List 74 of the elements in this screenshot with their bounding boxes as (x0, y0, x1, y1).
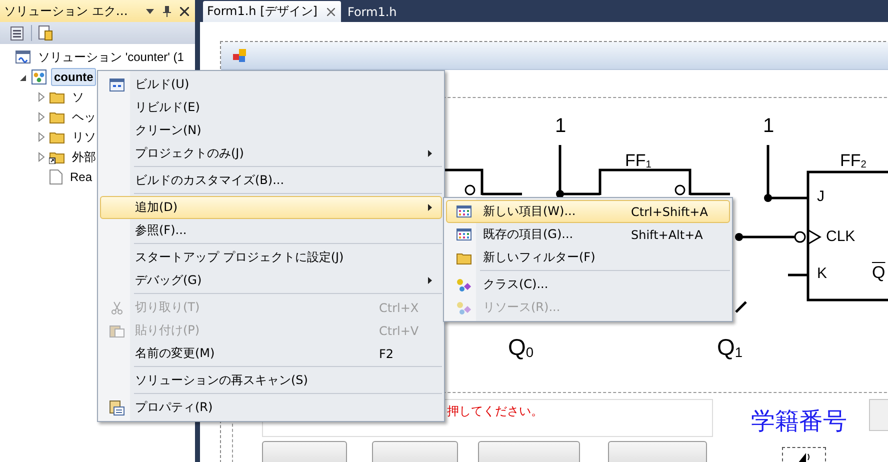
folder-icon (49, 130, 65, 144)
circuit-label: FF$_{2}$ (840, 152, 866, 171)
circuit-label: 1 (763, 116, 774, 136)
menu-item[interactable]: スタートアップ プロジェクトに設定(J) (100, 246, 442, 269)
speaker-icon (797, 451, 811, 462)
submenu-arrow-icon (428, 150, 432, 157)
folder-icon (456, 250, 472, 264)
circuit-label: FF$_{1}$ (625, 152, 652, 171)
form-button[interactable] (608, 441, 707, 462)
pin-icon[interactable] (163, 6, 171, 16)
circuit-label: Q$_{1}$ (717, 336, 743, 360)
form-button[interactable] (372, 441, 458, 462)
menu-item[interactable]: クラス(C)... (446, 273, 730, 296)
circuit-label: J (817, 189, 824, 204)
speaker-control[interactable] (782, 447, 826, 462)
clipboard-icon (109, 324, 125, 338)
student-id-label: 学籍番号 (751, 406, 848, 437)
document-icon[interactable] (37, 25, 53, 41)
menu-item[interactable]: ビルド(U) (100, 73, 442, 96)
wire (764, 145, 808, 202)
document-list-icon (109, 400, 125, 416)
menu-item[interactable]: 参照(F)... (100, 219, 442, 242)
menu-item[interactable]: 新しいフィルター(F) (446, 246, 730, 269)
menu-item[interactable]: 追加(D) (100, 196, 442, 219)
window-icon (109, 78, 125, 92)
wire (788, 274, 808, 276)
form-button[interactable] (478, 441, 580, 462)
circuit-label: Q$_{0}$ (508, 336, 534, 360)
menu-item[interactable]: 名前の変更(M) F2 (100, 342, 442, 365)
document-tab[interactable]: Form1.h [デザイン] (203, 1, 342, 22)
circuit-label: 1 (555, 116, 566, 136)
shapes-icon (456, 300, 472, 314)
close-icon[interactable] (327, 8, 336, 16)
menu-item[interactable]: ビルドのカスタマイズ(B)... (100, 169, 442, 192)
tree-item[interactable]: リソ (69, 126, 99, 148)
form-icon (233, 48, 247, 62)
grid-icon (456, 205, 472, 218)
circuit-label: K (817, 266, 828, 281)
menu-item[interactable]: 新しい項目(W)... Ctrl+Shift+A (446, 200, 730, 223)
tree-item[interactable]: 外部 (69, 146, 99, 168)
close-icon[interactable] (180, 6, 189, 16)
tree-item[interactable]: ソリューション 'counter' (1 (35, 46, 187, 68)
wire (735, 301, 747, 313)
menu-item[interactable]: プロジェクトのみ(J) (100, 142, 442, 165)
project-icon (31, 69, 47, 85)
wire (735, 231, 806, 243)
submenu-arrow-icon (428, 277, 432, 284)
tree-item[interactable]: ソ (69, 86, 87, 108)
folder-icon (49, 110, 65, 124)
document-icon (49, 169, 63, 185)
grid-icon (456, 228, 472, 241)
shapes-icon (456, 278, 472, 292)
menu-item[interactable]: 既存の項目(G)... Shift+Alt+A (446, 223, 730, 246)
window-icon (15, 49, 31, 65)
message-text: 押してください。 (447, 404, 543, 418)
tree-item[interactable]: ヘッ (69, 106, 99, 128)
wire (556, 145, 600, 198)
folder-shortcut-icon (49, 150, 65, 164)
list-icon[interactable] (10, 25, 26, 41)
circuit-label: CLK (826, 229, 856, 244)
folder-icon (49, 90, 65, 104)
circuit-label: Q (872, 264, 886, 281)
scissors-icon (110, 300, 124, 314)
menu-item[interactable]: クリーン(N) (100, 119, 442, 142)
menu-item[interactable]: リビルド(E) (100, 96, 442, 119)
dropdown-icon[interactable] (146, 8, 154, 14)
document-tab[interactable]: Form1.h (343, 1, 403, 22)
menu-item[interactable]: ソリューションの再スキャン(S) (100, 369, 442, 392)
menu-item[interactable]: デバッグ(G) (100, 269, 442, 292)
panel-title: ソリューション エク… (4, 2, 129, 20)
tree-item[interactable]: Rea (67, 168, 96, 186)
tree-item[interactable]: counte (51, 68, 96, 86)
submenu-arrow-icon (428, 204, 432, 211)
form-button[interactable] (262, 441, 347, 462)
